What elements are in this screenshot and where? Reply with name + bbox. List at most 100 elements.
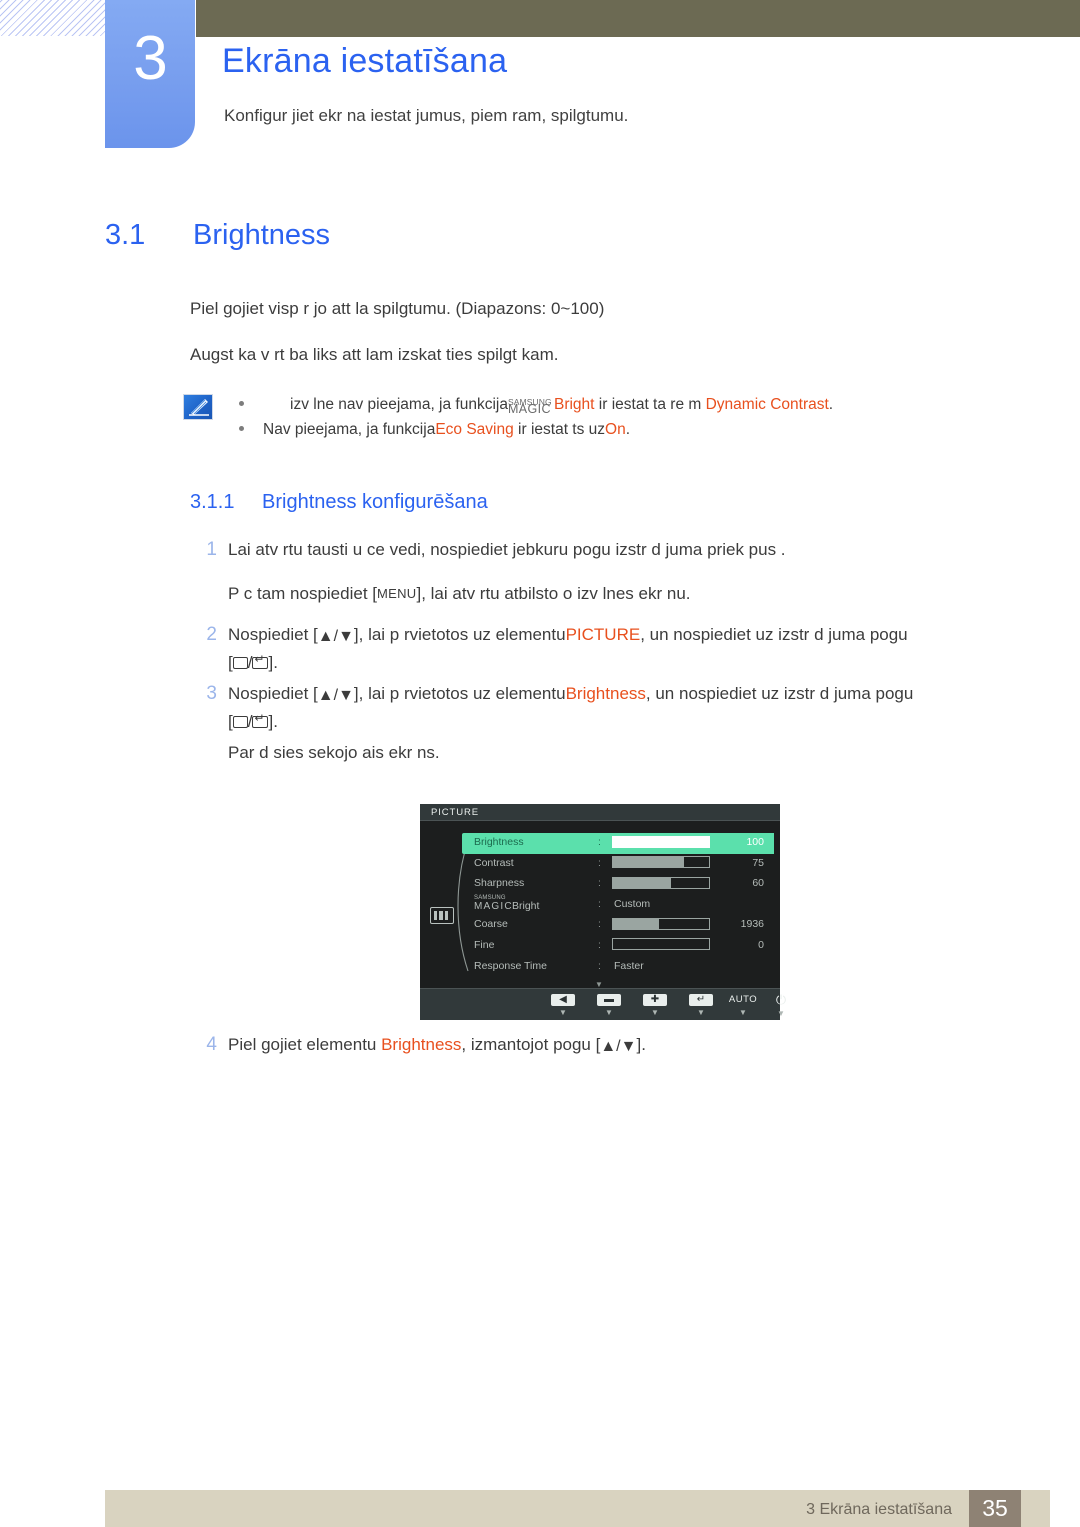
step-2: 2 Nospiediet [▲/▼], lai p rvietotos uz el… — [206, 622, 988, 676]
osd-slider-fill — [613, 836, 709, 847]
auto-label: AUTO — [728, 994, 758, 1005]
caret-down-icon: ▼ — [605, 1008, 613, 1017]
note-row-2-pre: Nav pieejama, ja funkcija — [263, 421, 436, 438]
step-2-highlight: PICTURE — [565, 625, 641, 644]
section-title: Brightness — [193, 219, 331, 251]
step-1-number: 1 — [206, 539, 217, 560]
step-4-b: , izmantojot pogu [ — [461, 1035, 601, 1054]
osd-slider-fill — [613, 857, 685, 868]
osd-colon: : — [598, 959, 601, 972]
osd-value-coarse: 1936 — [740, 918, 764, 931]
osd-slider-coarse[interactable] — [612, 917, 710, 930]
section-paragraph-1: Piel gojiet visp r jo att la spilgtumu. … — [190, 299, 605, 318]
osd-value-contrast: 75 — [752, 856, 764, 869]
step-4-c: ]. — [636, 1035, 646, 1054]
osd-value-magicbright: Custom — [614, 897, 651, 910]
osd-magic-bottom: MAGIC — [474, 900, 513, 912]
plus-icon: ✚ — [643, 994, 667, 1006]
bullet-icon — [239, 426, 244, 431]
note-rows: izv lne nav pieejama, ja funkcija SAMSUNG… — [239, 392, 953, 442]
step-3-continuation: Par d sies sekojo ais ekr ns. — [228, 743, 440, 762]
step-1-continuation: P c tam nospiediet [MENU], lai atv rtu a… — [228, 581, 988, 607]
menu-key-label: MENU — [377, 586, 417, 601]
osd-enter-button[interactable]: ↵ ▼ — [681, 993, 721, 1017]
step-4-a: Piel gojiet elementu — [228, 1035, 382, 1054]
osd-label-response-time: Response Time — [474, 959, 547, 972]
osd-plus-button[interactable]: ✚ ▼ — [635, 993, 675, 1017]
osd-row-contrast[interactable]: Contrast : 75 — [474, 854, 774, 875]
note-row-1-text: izv lne nav pieejama, ja funkcija SAMSUNG… — [290, 392, 833, 417]
source-box-icon — [232, 716, 248, 728]
osd-row-magicbright[interactable]: SAMSUNG MAGIC Bright : Custom — [474, 895, 774, 916]
step-3: 3 Nospiediet [▲/▼], lai p rvietotos uz el… — [206, 681, 988, 735]
osd-auto-button[interactable]: AUTO ▼ — [723, 993, 763, 1017]
minus-icon: ▬ — [597, 994, 621, 1006]
note-row-2-highlight-1: Eco Saving — [435, 421, 514, 438]
step-2-c: , un nospiediet uz izstr d juma pogu — [640, 625, 908, 644]
step-1: 1 Lai atv rtu tausti u ce vedi, nospiedie… — [206, 537, 988, 563]
osd-slider-fill — [613, 877, 671, 888]
step-3-e: ]. — [268, 712, 278, 731]
caret-down-icon: ▼ — [697, 1008, 705, 1017]
step-1-text: Lai atv rtu tausti u ce vedi, nospiediet… — [228, 540, 786, 559]
section-number: 3.1 — [105, 219, 146, 251]
osd-row-sharpness[interactable]: Sharpness : 60 — [474, 874, 774, 895]
osd-label-sharpness: Sharpness — [474, 877, 525, 890]
osd-slider-sharpness[interactable] — [612, 876, 710, 889]
osd-label-magicbright: SAMSUNG MAGIC Bright — [474, 895, 539, 914]
note-pen-icon — [183, 394, 213, 420]
osd-value-sharpness: 60 — [752, 877, 764, 890]
osd-slider-fine[interactable] — [612, 938, 710, 951]
bullet-icon — [239, 401, 244, 406]
osd-title-label: PICTURE — [431, 807, 479, 818]
section-paragraph-2: Augst ka v rt ba liks att lam izskat tie… — [190, 345, 559, 364]
step-1b-text-a: P c tam nospiediet [ — [228, 584, 377, 603]
note-row-2-highlight-2: On — [605, 421, 626, 438]
chapter-title: Ekrāna iestatīšana — [222, 42, 508, 80]
osd-label-brightness: Brightness — [474, 836, 524, 848]
note-row-1-highlight: Dynamic Contrast — [705, 396, 829, 413]
caret-down-icon: ▼ — [739, 1008, 747, 1017]
chapter-number: 3 — [133, 24, 167, 93]
updown-arrow-icon: ▲/▼ — [317, 687, 354, 704]
samsung-magic-lockup: SAMSUNG MAGIC — [508, 393, 554, 416]
osd-title-bar: PICTURE — [420, 804, 780, 821]
osd-row-response-time[interactable]: Response Time : Faster — [474, 957, 774, 978]
subsection-title: Brightness konfigurēšana — [262, 491, 488, 513]
enter-return-icon — [252, 712, 269, 728]
note-row-1: izv lne nav pieejama, ja funkcija SAMSUNG… — [239, 392, 953, 417]
source-box-icon — [232, 657, 248, 669]
note-row-1-magic-word: Bright — [553, 396, 595, 413]
osd-row-fine[interactable]: Fine : 0 — [474, 936, 774, 957]
osd-colon: : — [598, 836, 601, 848]
osd-minus-button[interactable]: ▬ ▼ — [589, 993, 629, 1017]
header-olive-bar — [196, 0, 1080, 37]
step-4-highlight: Brightness — [381, 1035, 462, 1054]
note-row-1-mid: ir iestat ta re m — [594, 396, 706, 413]
osd-slider-contrast[interactable] — [612, 856, 710, 869]
subsection-heading: 3.1.1 Brightness konfigurēšana — [190, 487, 488, 517]
osd-value-fine: 0 — [758, 938, 764, 951]
step-3-number: 3 — [206, 683, 217, 704]
enter-return-icon — [252, 653, 269, 669]
step-4: 4 Piel gojiet elementu Brightness, izmant… — [206, 1032, 988, 1060]
osd-power-button[interactable]: ⏻ ▼ — [761, 993, 801, 1018]
step-3-b: ], lai p rvietotos uz elementu — [353, 684, 566, 703]
osd-row-coarse[interactable]: Coarse : 1936 — [474, 915, 774, 936]
note-row-2-text: Nav pieejama, ja funkcijaEco Saving ir i… — [263, 417, 630, 442]
caret-down-icon: ▼ — [777, 1009, 785, 1018]
osd-colon: : — [598, 856, 601, 869]
osd-slider-brightness[interactable] — [612, 835, 710, 848]
osd-label-coarse: Coarse — [474, 918, 508, 931]
power-icon: ⏻ — [775, 992, 787, 1007]
osd-row-brightness[interactable]: Brightness : 100 — [462, 833, 774, 854]
osd-group-brace — [457, 840, 469, 972]
bar-3 — [444, 910, 449, 920]
bar-2 — [439, 910, 443, 920]
footer-chapter-label: 3 Ekrāna iestatīšana — [806, 1501, 952, 1518]
osd-back-button[interactable]: ◀ ▼ — [543, 993, 583, 1017]
updown-arrow-icon: ▲/▼ — [600, 1038, 637, 1055]
subsection-number: 3.1.1 — [190, 491, 235, 513]
step-2-a: Nospiediet [ — [228, 625, 318, 644]
osd-button-bar: ◀ ▼ ▬ ▼ ✚ ▼ ↵ ▼ AUTO ▼ ⏻ ▼ — [420, 988, 786, 1020]
